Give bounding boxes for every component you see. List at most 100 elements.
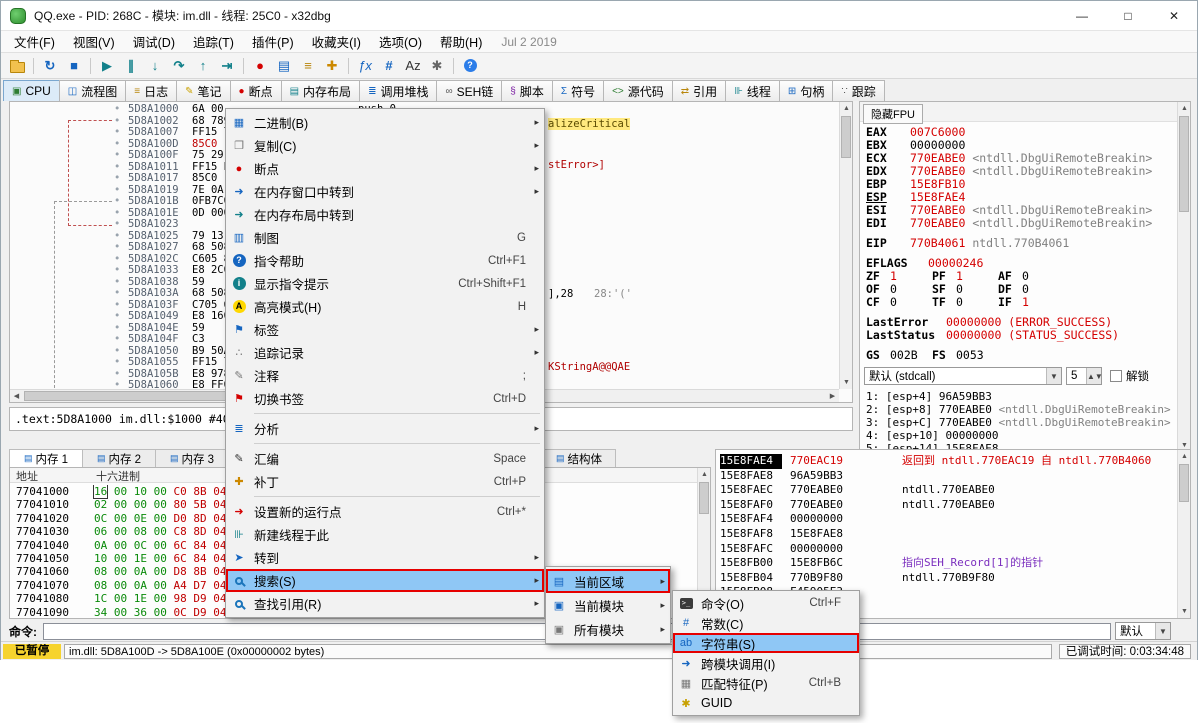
menu-plugins[interactable]: 插件(P) [243,30,303,53]
tab-dump-2[interactable]: ▤内存 2 [82,449,156,467]
tab-cpu[interactable]: ▣CPU [3,80,60,101]
stack-row[interactable]: 15E8FAE896A59BB3 [716,469,1176,484]
menu-file[interactable]: 文件(F) [5,30,64,53]
menu-help[interactable]: 帮助(H) [431,30,491,53]
menu-item-find-references[interactable]: 查找引用(R)▸ [226,592,544,615]
register-row[interactable]: LastStatus00000000 (STATUS_SUCCESS) [866,329,1176,342]
memory-map-icon[interactable]: ▤ [273,56,295,76]
tab-memory-map[interactable]: ▤内存布局 [281,80,360,101]
register-row[interactable]: OF0SF0DF0 [866,283,1176,296]
restart-icon[interactable]: ↻ [39,56,61,76]
execute-till-return-icon[interactable]: ⇥ [216,56,238,76]
menu-item-intermodular-calls[interactable]: ➜跨模块调用(I) [673,653,859,673]
menu-debug[interactable]: 调试(D) [124,30,184,53]
menu-item-label[interactable]: ⚑标签▸ [226,318,544,341]
breakpoint-dot[interactable]: • [114,288,120,300]
register-row[interactable]: CF0TF0IF1 [866,296,1176,309]
command-script-combo[interactable]: 默认 ▼ [1115,622,1171,640]
menu-item-all-modules[interactable]: ▣所有模块▸ [546,617,670,641]
tab-call-stack[interactable]: ≣调用堆栈 [359,80,437,101]
menu-item-graph[interactable]: ▥制图G [226,226,544,249]
breakpoint-dot[interactable]: • [114,380,120,388]
breakpoint-dot[interactable]: • [114,265,120,277]
tab-references[interactable]: ⇄引用 [672,80,726,101]
tab-trace[interactable]: ∵跟踪 [832,80,884,101]
menu-item-new-thread-here[interactable]: ⊪新建线程于此 [226,523,544,546]
menu-item-guid[interactable]: ✱GUID [673,693,859,713]
scroll-up-icon[interactable]: ▲ [1178,450,1191,463]
menu-item-follow-in-dump[interactable]: ➜在内存窗口中转到▸ [226,180,544,203]
menu-item-binary[interactable]: ▦二进制(B)▸ [226,111,544,134]
registers-panel[interactable]: 隐藏FPU EAX007C6000EBX00000000ECX770EABE0 … [859,101,1191,453]
tab-script[interactable]: §脚本 [501,80,553,101]
argument-row[interactable]: 1: [esp+4] 96A59BB3 [866,390,1176,403]
breakpoint-dot[interactable]: • [114,334,120,346]
register-row[interactable]: EIP770B4061 ntdll.770B4061 [866,237,1176,250]
stack-scrollbar[interactable]: ▲ ▼ [1177,450,1190,618]
breakpoint-dot[interactable]: • [114,311,120,323]
menu-item-comment[interactable]: ✎注释; [226,364,544,387]
scroll-left-icon[interactable]: ◀ [10,390,23,403]
case-az-icon[interactable]: Az [402,56,424,76]
tab-graph[interactable]: ◫流程图 [59,80,126,101]
menu-item-breakpoint[interactable]: ●断点▸ [226,157,544,180]
maximize-button[interactable]: □ [1105,1,1151,30]
menu-item-pattern[interactable]: ▦匹配特征(P)Ctrl+B [673,673,859,693]
tab-notes[interactable]: ✎笔记 [176,80,230,101]
menu-item-highlighting-mode[interactable]: A高亮模式(H)H [226,295,544,318]
register-row[interactable]: EFLAGS00000246 [866,257,1176,270]
tab-handles[interactable]: ⊞句柄 [779,80,833,101]
breakpoint-dot[interactable]: • [114,242,120,254]
menu-item-assemble[interactable]: ✎汇编Space [226,447,544,470]
register-row[interactable]: ZF1PF1AF0 [866,270,1176,283]
scroll-up-icon[interactable]: ▲ [698,468,711,481]
chevron-down-icon[interactable]: ▼ [1155,623,1170,639]
step-into-icon[interactable]: ↓ [144,56,166,76]
breakpoint-dot[interactable]: • [114,127,120,139]
scroll-thumb[interactable] [1179,464,1189,502]
scroll-right-icon[interactable]: ▶ [826,390,839,403]
tab-seh[interactable]: ∞SEH链 [436,80,502,101]
breakpoint-dot[interactable]: • [114,150,120,162]
argument-count-stepper[interactable]: 5 ▲▼ [1066,367,1102,385]
disasm-vertical-scrollbar[interactable]: ▲ ▼ [839,102,852,389]
menu-item-constant[interactable]: #常数(C) [673,613,859,633]
menu-view[interactable]: 视图(V) [64,30,124,53]
breakpoint-dot[interactable]: • [114,173,120,185]
menu-item-show-mnemonic-brief[interactable]: i显示指令提示Ctrl+Shift+F1 [226,272,544,295]
stack-row[interactable]: 15E8FAF815E8FAE8 [716,527,1176,542]
scroll-thumb[interactable] [1179,116,1189,212]
scroll-thumb[interactable] [841,116,851,158]
menu-item-command[interactable]: >_命令(O)Ctrl+F [673,593,859,613]
stack-row[interactable]: 15E8FAEC770EABE0ntdll.770EABE0 [716,483,1176,498]
tab-dump-1[interactable]: ▤内存 1 [9,449,83,467]
calling-convention-combo[interactable]: 默认 (stdcall) ▼ [864,367,1062,385]
menu-item-trace-record[interactable]: ∴追踪记录▸ [226,341,544,364]
step-out-icon[interactable]: ↑ [192,56,214,76]
menu-item-toggle-bookmark[interactable]: ⚑切换书签Ctrl+D [226,387,544,410]
menu-item-current-region[interactable]: ▤当前区域▸ [546,569,670,593]
menu-item-patch[interactable]: ✚补丁Ctrl+P [226,470,544,493]
register-row[interactable]: GS002BFS0053 [866,349,1176,362]
menu-item-current-module[interactable]: ▣当前模块▸ [546,593,670,617]
registers-scrollbar[interactable]: ▲ ▼ [1177,102,1190,452]
stepper-arrows-icon[interactable]: ▲▼ [1086,368,1101,384]
pause-icon[interactable]: ∥ [120,56,142,76]
patches-icon[interactable]: ✚ [321,56,343,76]
stack-row[interactable]: 15E8FB0015E8FB6C指向SEH_Record[1]的指针 [716,556,1176,571]
menu-item-analysis[interactable]: ≣分析▸ [226,417,544,440]
log-icon[interactable]: ≡ [297,56,319,76]
calculator-fx-icon[interactable]: ƒx [354,56,376,76]
number-format-icon[interactable]: # [378,56,400,76]
stack-row[interactable]: 15E8FAFC00000000 [716,542,1176,557]
tab-threads[interactable]: ⊪线程 [725,80,780,101]
preferences-icon[interactable]: ✱ [426,56,448,76]
minimize-button[interactable]: — [1059,1,1105,30]
tab-dump-3[interactable]: ▤内存 3 [155,449,229,467]
breakpoint-dot[interactable]: • [114,219,120,231]
register-row[interactable]: EDI770EABE0 <ntdll.DbgUiRemoteBreakin> [866,217,1176,230]
scroll-thumb[interactable] [699,482,709,514]
scroll-up-icon[interactable]: ▲ [840,102,853,115]
argument-row[interactable]: 3: [esp+C] 770EABE0 <ntdll.DbgUiRemoteBr… [866,416,1176,429]
menu-item-follow-in-memory-map[interactable]: ➜在内存布局中转到 [226,203,544,226]
